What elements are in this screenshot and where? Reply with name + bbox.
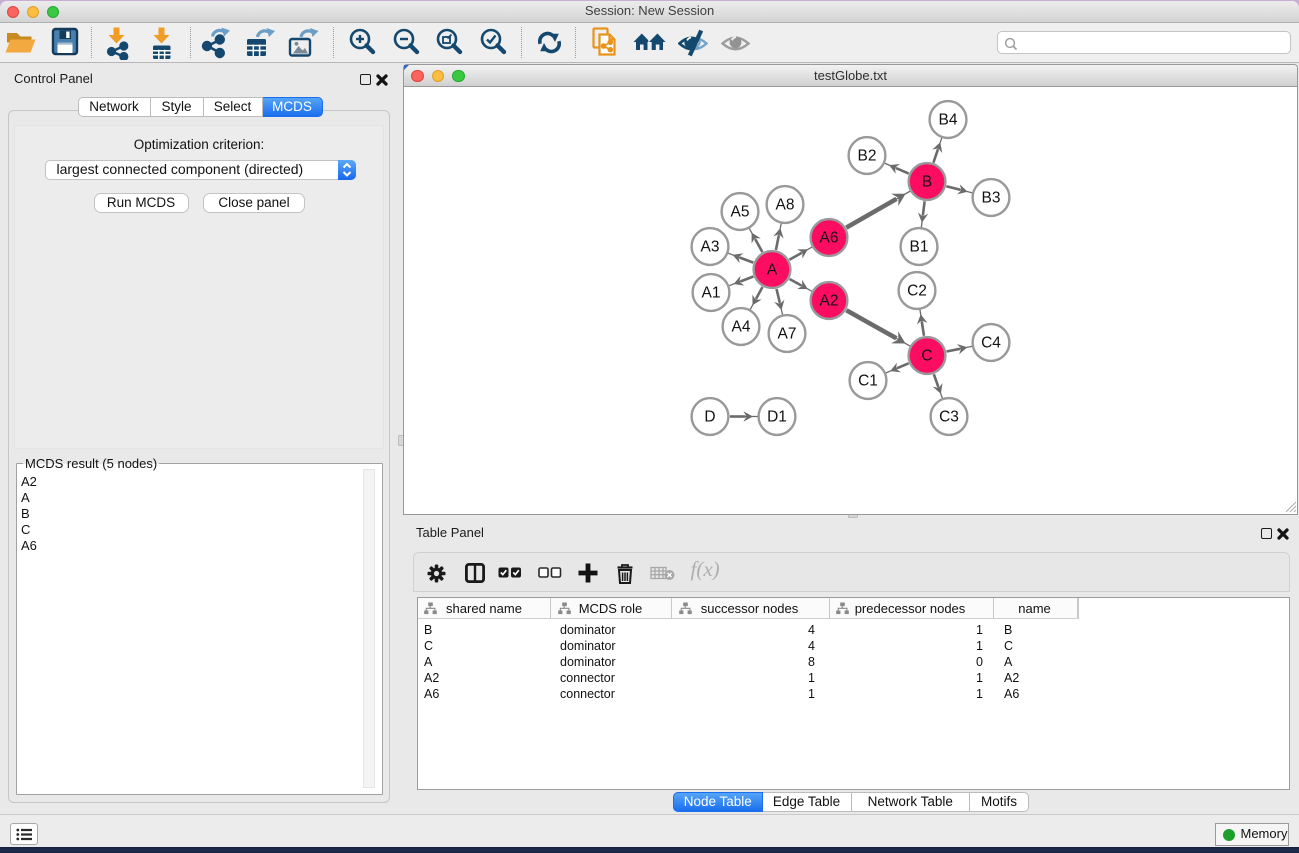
svg-text:B1: B1 (909, 239, 928, 256)
svg-text:A8: A8 (775, 197, 794, 214)
svg-text:B2: B2 (857, 148, 876, 165)
svg-text:A3: A3 (700, 239, 719, 256)
svg-text:A7: A7 (777, 326, 796, 343)
svg-text:B3: B3 (981, 190, 1000, 207)
svg-text:A6: A6 (819, 230, 838, 247)
svg-text:A1: A1 (701, 285, 720, 302)
svg-text:A4: A4 (731, 319, 750, 336)
svg-text:A2: A2 (819, 293, 838, 310)
svg-text:D1: D1 (767, 409, 787, 426)
svg-text:C1: C1 (858, 373, 878, 390)
svg-text:D: D (704, 409, 715, 426)
svg-text:C2: C2 (907, 283, 927, 300)
svg-text:B: B (921, 174, 931, 191)
svg-text:C4: C4 (981, 335, 1001, 352)
svg-text:B4: B4 (938, 112, 957, 129)
svg-text:C: C (921, 348, 932, 365)
svg-text:A5: A5 (730, 204, 749, 221)
svg-text:A: A (766, 262, 777, 279)
svg-text:C3: C3 (939, 409, 959, 426)
